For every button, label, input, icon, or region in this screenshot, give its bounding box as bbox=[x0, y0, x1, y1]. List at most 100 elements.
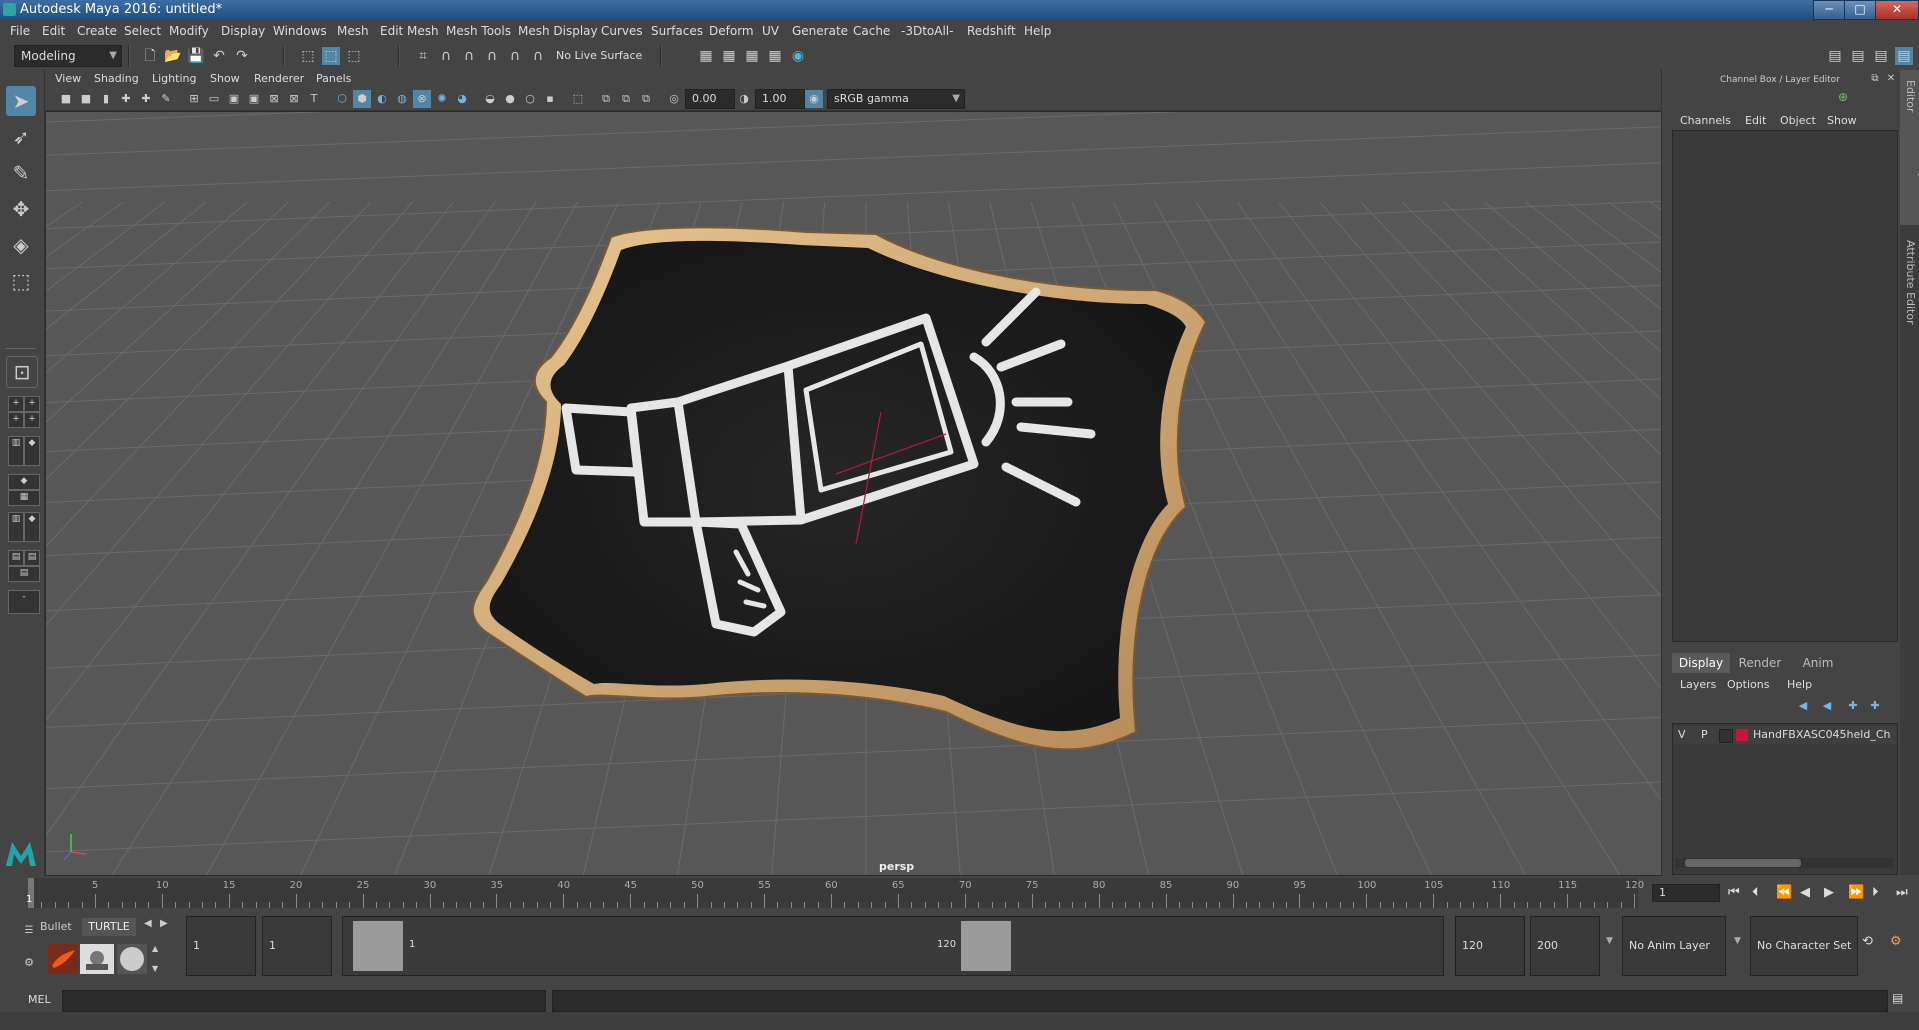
layer-visibility-toggle[interactable]: V bbox=[1678, 728, 1686, 741]
go-to-start-icon[interactable]: ⏮ bbox=[1728, 885, 1740, 900]
gamma-icon[interactable]: ◑ bbox=[735, 90, 753, 108]
lasso-tool-icon[interactable]: ➶ bbox=[6, 122, 36, 152]
mel-label[interactable]: MEL bbox=[28, 993, 51, 1006]
modeling-toolkit-icon[interactable]: ▤ bbox=[1826, 47, 1844, 65]
layout-timeline-icon[interactable]: ▤ bbox=[8, 566, 40, 582]
menu-curves[interactable]: Curves bbox=[601, 24, 643, 38]
textured-icon[interactable]: ◍ bbox=[393, 90, 411, 108]
step-back-frame-icon[interactable]: ⏴ bbox=[1752, 885, 1759, 900]
snap-grid-icon[interactable]: ⌗ bbox=[414, 47, 432, 65]
render-view-icon[interactable]: ▦ bbox=[697, 47, 715, 65]
anim-layer-chevron-icon[interactable]: ▼ bbox=[1606, 936, 1613, 946]
gate-mask-icon[interactable]: ▣ bbox=[245, 90, 263, 108]
maximize-button[interactable]: □ bbox=[1844, 0, 1876, 20]
layer-display-type[interactable] bbox=[1719, 729, 1733, 743]
save-scene-icon[interactable]: 💾 bbox=[187, 47, 205, 65]
layout-outliner-icon[interactable]: ▥ bbox=[8, 436, 24, 466]
layout-two-view-icon[interactable]: + bbox=[8, 412, 24, 428]
menu-3dtoall[interactable]: -3DtoAll- bbox=[901, 24, 953, 38]
view-transform-dropdown[interactable]: sRGB gamma ▼ bbox=[827, 89, 965, 109]
layer-help-menu[interactable]: Help bbox=[1787, 678, 1812, 691]
auto-key-icon[interactable]: ⟲ bbox=[1862, 934, 1873, 949]
camera-select-icon[interactable]: ■ bbox=[57, 90, 75, 108]
layout-vertical-icon[interactable]: ◆ bbox=[24, 436, 40, 466]
layout-render-settings-icon[interactable]: ▤ bbox=[24, 550, 40, 566]
viewport-menu-renderer[interactable]: Renderer bbox=[254, 72, 304, 85]
step-forward-key-icon[interactable]: ⏩ bbox=[1848, 885, 1864, 900]
layer-playback-toggle[interactable]: P bbox=[1701, 728, 1708, 741]
menu-redshift[interactable]: Redshift bbox=[967, 24, 1016, 38]
menu-set-dropdown[interactable]: Modeling ▼ bbox=[14, 45, 122, 67]
animation-end-field[interactable]: 200 bbox=[1530, 916, 1600, 976]
tab-display[interactable]: Display bbox=[1672, 653, 1730, 673]
playback-end-field[interactable]: 120 bbox=[1455, 916, 1525, 976]
viewport-menu-shading[interactable]: Shading bbox=[94, 72, 139, 85]
new-scene-icon[interactable]: 🗋 bbox=[141, 47, 159, 65]
snap-point-icon[interactable]: ∩ bbox=[460, 47, 478, 65]
channel-box-area[interactable] bbox=[1672, 130, 1898, 642]
channel-object-menu[interactable]: Object bbox=[1780, 114, 1816, 127]
close-button[interactable]: ✕ bbox=[1875, 0, 1919, 20]
menu-mesh[interactable]: Mesh bbox=[337, 24, 369, 38]
new-empty-layer-icon[interactable]: ✚ bbox=[1844, 697, 1862, 715]
layout-four-view-icon[interactable]: + bbox=[8, 396, 24, 412]
open-scene-icon[interactable]: 📂 bbox=[164, 47, 182, 65]
menu-mesh-tools[interactable]: Mesh Tools bbox=[446, 24, 511, 38]
move-layer-up-icon[interactable]: ◀ bbox=[1794, 697, 1812, 715]
bookmark-icon[interactable]: ▮ bbox=[97, 90, 115, 108]
ipr-render-icon[interactable]: ▦ bbox=[743, 47, 761, 65]
image-plane-icon[interactable]: ✚ bbox=[117, 90, 135, 108]
rotate-tool-icon[interactable]: ◈ bbox=[6, 230, 36, 260]
shelf-tab-turtle[interactable]: TURTLE bbox=[82, 918, 136, 936]
grid-toggle-icon[interactable]: ⊞ bbox=[185, 90, 203, 108]
anim-layer-field[interactable]: No Anim Layer bbox=[1622, 916, 1726, 976]
menu-mesh-display[interactable]: Mesh Display bbox=[518, 24, 598, 38]
layer-name[interactable]: HandFBXASC045held_Ch bbox=[1753, 728, 1891, 741]
turtle-sphere-icon[interactable] bbox=[117, 944, 147, 974]
xray-icon[interactable]: ⊗ bbox=[413, 90, 431, 108]
range-end-handle[interactable] bbox=[961, 921, 1011, 971]
exposure-icon[interactable]: ◎ bbox=[665, 90, 683, 108]
character-set-field[interactable]: No Character Set bbox=[1750, 916, 1858, 976]
layout-graph-editor-icon[interactable]: ◆ bbox=[8, 474, 40, 490]
attribute-editor-toggle-icon[interactable]: ▤ bbox=[1849, 47, 1867, 65]
depth-of-field-icon[interactable]: ▪ bbox=[541, 90, 559, 108]
resolution-gate-icon[interactable]: ▣ bbox=[225, 90, 243, 108]
render-frame-icon[interactable]: ▦ bbox=[720, 47, 738, 65]
time-slider[interactable]: 1 5 10 15 20 25 30 35 40 45 50 55 60 65 70 75 80 85 90 95 1… bbox=[0, 876, 1919, 914]
channels-menu[interactable]: Channels bbox=[1680, 114, 1731, 127]
xray-joints-icon[interactable]: ⧉ bbox=[597, 90, 615, 108]
script-editor-icon[interactable]: ▤ bbox=[1892, 991, 1903, 1005]
film-gate-icon[interactable]: ▭ bbox=[205, 90, 223, 108]
tool-settings-toggle-icon[interactable]: ▤ bbox=[1872, 47, 1890, 65]
wireframe-on-shaded-icon[interactable]: ◐ bbox=[373, 90, 391, 108]
field-chart-icon[interactable]: ⊠ bbox=[265, 90, 283, 108]
screen-space-ao-icon[interactable]: ◒ bbox=[481, 90, 499, 108]
hypershade-icon[interactable]: ◉ bbox=[789, 47, 807, 65]
shelf-settings-icon[interactable]: ⚙ bbox=[20, 954, 38, 972]
wireframe-icon[interactable]: ⬡ bbox=[333, 90, 351, 108]
playback-start-field[interactable]: 1 bbox=[262, 916, 332, 976]
animation-preferences-icon[interactable]: ⚙ bbox=[1890, 934, 1902, 949]
safe-action-icon[interactable]: ⊠ bbox=[285, 90, 303, 108]
use-all-lights-icon[interactable]: ✺ bbox=[433, 90, 451, 108]
menu-create[interactable]: Create bbox=[77, 24, 117, 38]
add-attribute-icon[interactable]: ⊕ bbox=[1834, 88, 1852, 106]
layout-custom-icon[interactable]: - bbox=[8, 590, 40, 614]
render-settings-icon[interactable]: ▦ bbox=[766, 47, 784, 65]
shelf-menu-icon[interactable]: ☰ bbox=[20, 922, 38, 940]
channel-show-menu[interactable]: Show bbox=[1827, 114, 1857, 127]
move-tool-icon[interactable]: ✥ bbox=[6, 194, 36, 224]
new-layer-selected-icon[interactable]: ✚ bbox=[1866, 697, 1884, 715]
channel-box-side-tab[interactable]: Channel Box / Layer Editor bbox=[1900, 70, 1919, 225]
layers-menu[interactable]: Layers bbox=[1680, 678, 1716, 691]
minimize-button[interactable]: ─ bbox=[1813, 0, 1845, 20]
layer-scrollbar[interactable] bbox=[1675, 858, 1893, 868]
menu-generate[interactable]: Generate bbox=[792, 24, 848, 38]
range-start-handle[interactable] bbox=[353, 921, 403, 971]
camera-attributes-icon[interactable]: ■ bbox=[77, 90, 95, 108]
menu-modify[interactable]: Modify bbox=[169, 24, 209, 38]
snap-curve-icon[interactable]: ∩ bbox=[437, 47, 455, 65]
tab-anim[interactable]: Anim bbox=[1790, 653, 1846, 673]
viewport-menu-panels[interactable]: Panels bbox=[316, 72, 351, 85]
